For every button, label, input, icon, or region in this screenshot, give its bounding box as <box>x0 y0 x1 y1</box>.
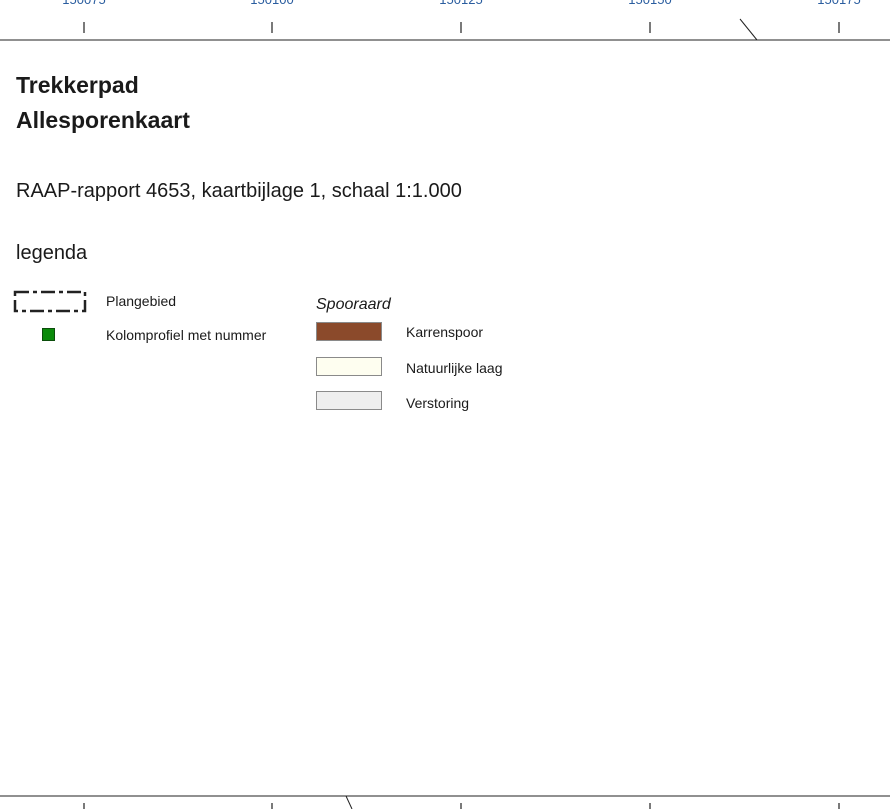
boundary-line <box>345 795 353 809</box>
karrenspoor-swatch <box>316 322 382 341</box>
natuurlijke-laag-swatch <box>316 357 382 376</box>
map-title-line1: Trekkerpad <box>16 72 139 98</box>
verstoring-swatch <box>316 391 382 410</box>
legend-plangebied-label: Plangebied <box>106 293 177 309</box>
legend-verstoring-label: Verstoring <box>406 395 470 411</box>
coord-label: 150125 <box>439 0 482 7</box>
green-square-icon <box>42 328 55 341</box>
coord-label: 150150 <box>628 0 671 7</box>
coord-label: 150075 <box>62 0 105 7</box>
dashed-boundary-icon <box>13 290 87 313</box>
legend-heading: legenda <box>16 242 88 264</box>
top-ticks <box>83 18 840 41</box>
spooraard-heading: Spooraard <box>316 296 391 313</box>
legend-natuurlijke-laag-label: Natuurlijke laag <box>406 360 503 376</box>
legend-karrenspoor-label: Karrenspoor <box>406 324 484 340</box>
legend-kolomprofiel-label: Kolomprofiel met nummer <box>106 327 267 343</box>
boundary-line <box>739 18 758 41</box>
coord-label: 150175 <box>817 0 860 7</box>
bottom-ticks <box>83 795 840 809</box>
map-title-line2: Allesporenkaart <box>16 107 190 133</box>
coord-label: 150100 <box>250 0 293 7</box>
map-subtitle: RAAP-rapport 4653, kaartbijlage 1, schaa… <box>16 180 462 202</box>
